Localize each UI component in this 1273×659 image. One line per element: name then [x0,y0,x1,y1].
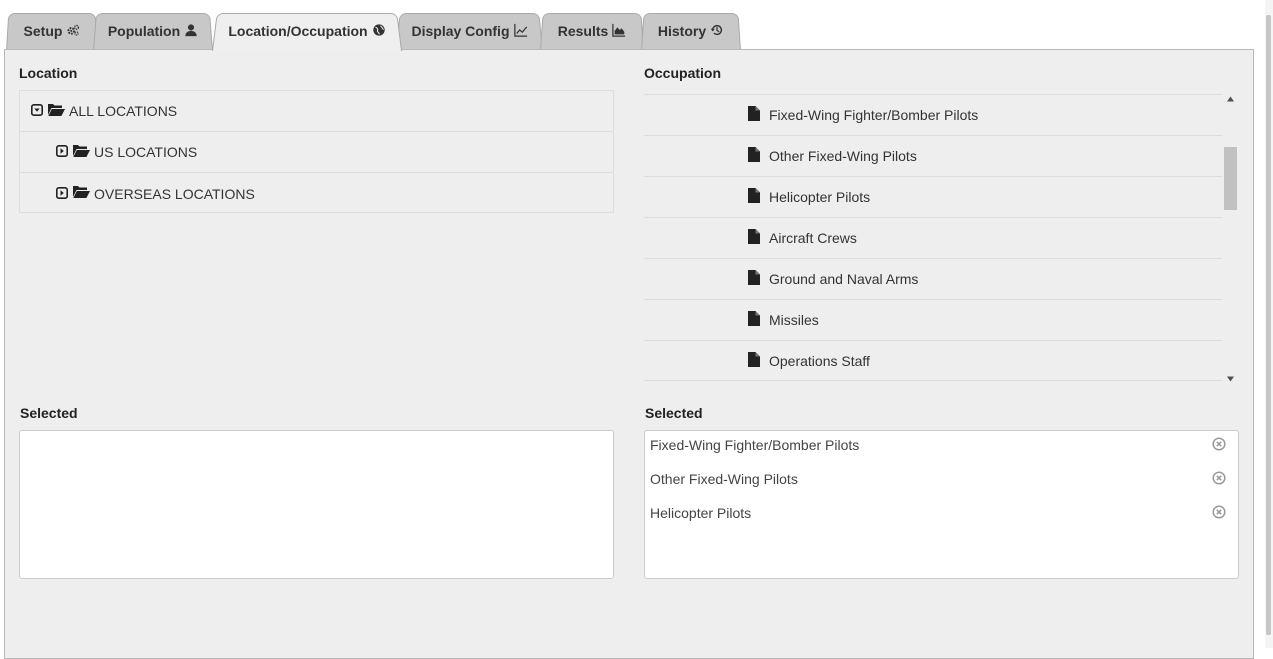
occupation-item-label: Aircraft Crews [769,230,857,246]
selected-item-label: Other Fixed-Wing Pilots [650,471,798,487]
occupation-item[interactable]: Missiles [644,299,1222,340]
file-icon [748,351,769,370]
location-selected-heading: Selected [20,405,78,421]
tab-location-occupation[interactable]: Location/Occupation [212,11,402,52]
folder-open-icon [73,144,94,161]
occupation-heading: Occupation [644,65,722,81]
occupation-item-label: Helicopter Pilots [769,189,871,205]
collapse-toggle-icon[interactable] [31,103,48,119]
tab-label: Population [107,23,181,39]
selected-item: Other Fixed-Wing Pilots [645,462,1238,496]
selected-item: Fixed-Wing Fighter/Bomber Pilots [645,428,1238,462]
occupation-item-label: Operations Staff [769,352,870,369]
history-icon [710,23,724,40]
tab-display-config[interactable]: Display Config [396,11,543,52]
selected-item: Helicopter Pilots [645,496,1238,530]
tab-label: History [657,23,707,39]
file-icon [748,311,769,329]
page-scrollbar-thumb[interactable] [1266,15,1271,635]
occupation-selected-list[interactable]: Fixed-Wing Fighter/Bomber Pilots Other F… [644,430,1239,579]
location-selected-list[interactable] [19,430,614,579]
occupation-item[interactable]: Helicopter Pilots [644,176,1222,217]
tree-node-label: ALL LOCATIONS [69,103,178,119]
occupation-item[interactable]: Other Fixed-Wing Pilots [644,135,1222,176]
tree-node-overseas-locations[interactable]: OVERSEAS LOCATIONS [20,173,613,214]
occupation-scrollbar-thumb[interactable] [1224,147,1237,210]
occupation-list[interactable]: Fixed-Wing Fighter/Bomber Pilots Other F… [644,90,1239,387]
tab-label: Setup [23,23,63,39]
remove-circle-icon[interactable] [1212,470,1226,488]
globe-icon [372,23,386,40]
occupation-selected-heading: Selected [645,405,703,421]
remove-circle-icon[interactable] [1212,504,1226,522]
selected-item-label: Helicopter Pilots [650,505,752,521]
occupation-item[interactable]: Fixed-Wing Fighter/Bomber Pilots [644,94,1222,135]
line-chart-icon [513,23,528,40]
file-icon [748,229,769,247]
tab-label: Results [557,23,609,39]
folder-open-icon [48,103,69,120]
user-icon [184,23,198,40]
tree-node-label: OVERSEAS LOCATIONS [94,185,255,202]
occupation-item-label: Ground and Naval Arms [769,271,919,287]
occupation-item-label: Fixed-Wing Fighter/Bomber Pilots [769,107,979,123]
occupation-item[interactable]: Operations Staff [644,340,1222,381]
tree-node-us-locations[interactable]: US LOCATIONS [20,132,613,173]
gears-icon [66,23,80,40]
occupation-item-label: Missiles [769,312,819,328]
tab-history[interactable]: History [641,11,741,52]
tree-node-label: US LOCATIONS [94,144,198,160]
occupation-item[interactable]: Aircraft Crews [644,217,1222,258]
tab-population[interactable]: Population [93,11,213,52]
tab-label: Location/Occupation [228,23,368,39]
selected-item-label: Fixed-Wing Fighter/Bomber Pilots [650,437,860,453]
occupation-item-label: Other Fixed-Wing Pilots [769,148,917,164]
tab-label: Display Config [411,23,510,39]
remove-circle-icon[interactable] [1212,436,1226,454]
area-chart-icon [612,23,626,40]
occupation-scrollbar[interactable] [1222,90,1239,387]
expand-toggle-icon[interactable] [56,186,73,202]
folder-open-icon [73,185,94,202]
file-icon [748,147,769,165]
tab-results[interactable]: Results [540,11,644,52]
file-icon [748,188,769,206]
scroll-down-arrow-icon[interactable] [1226,375,1235,383]
file-icon [748,106,769,124]
location-heading: Location [19,65,78,81]
occupation-item[interactable]: Ground and Naval Arms [644,258,1222,299]
location-tree: ALL LOCATIONS US LOCATIONS OVERSEAS LOCA… [19,90,614,213]
expand-toggle-icon[interactable] [56,144,73,160]
scroll-up-arrow-icon[interactable] [1226,95,1235,103]
occupation-items: Fixed-Wing Fighter/Bomber Pilots Other F… [644,94,1222,381]
file-icon [748,270,769,288]
tab-setup[interactable]: Setup [6,11,98,52]
tree-node-all-locations[interactable]: ALL LOCATIONS [20,91,613,132]
tab-bar: Setup Population Location/Occupation Dis… [0,0,1273,52]
